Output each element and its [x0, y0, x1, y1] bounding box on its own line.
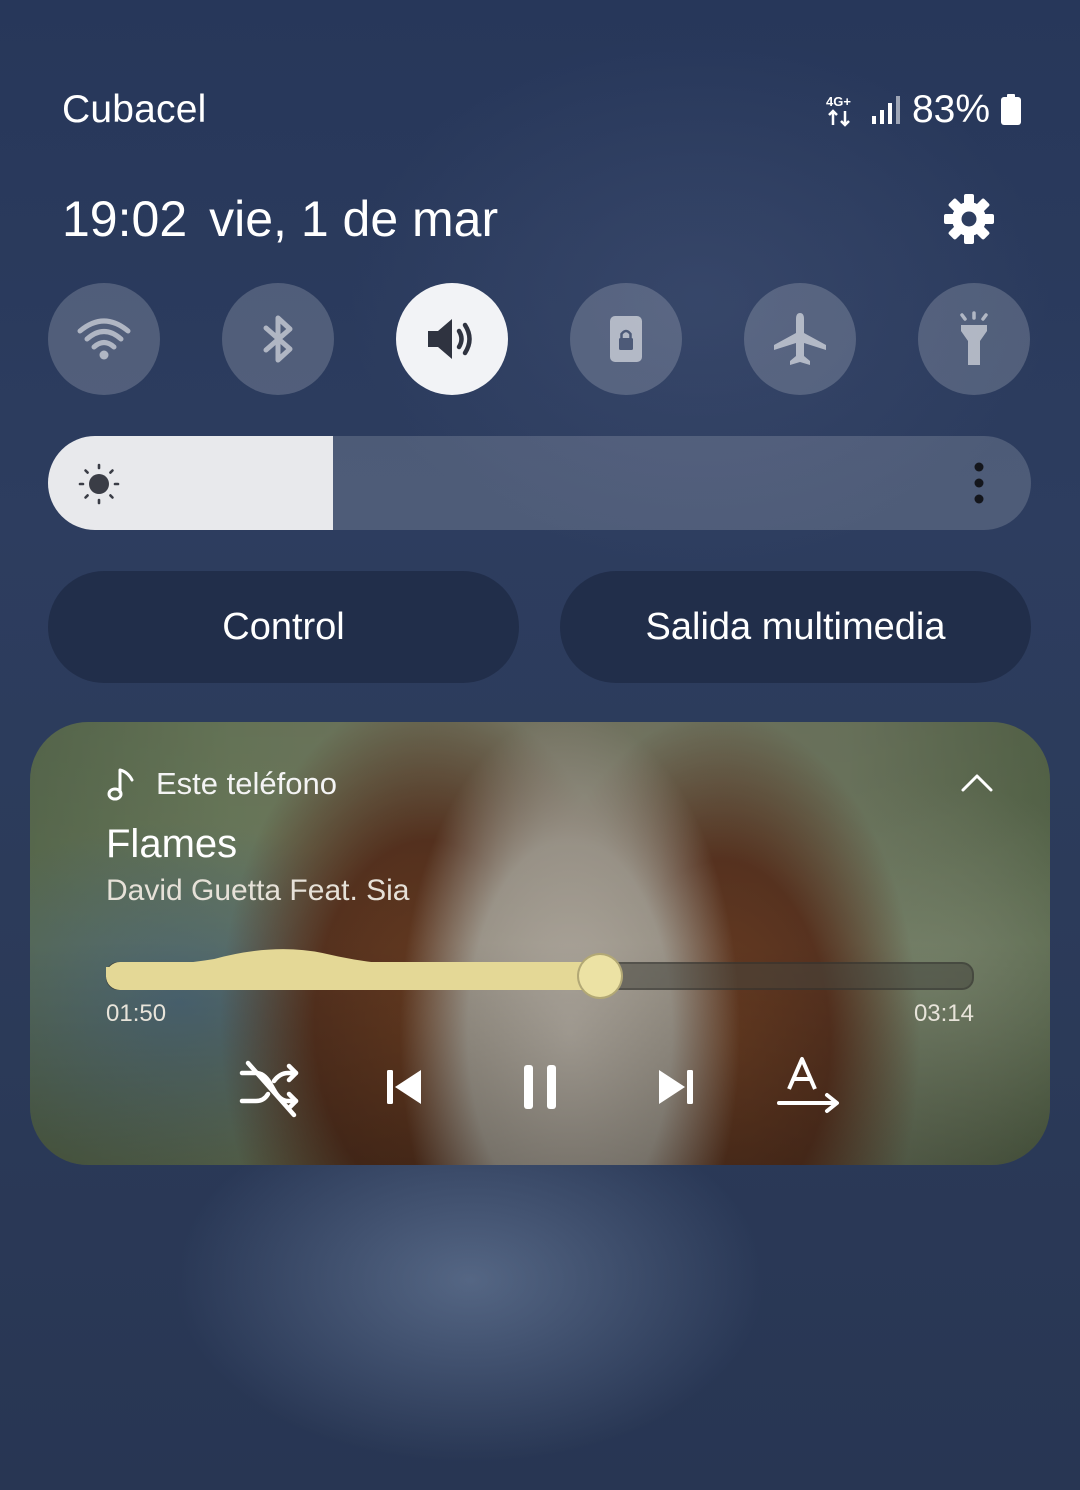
rotation-lock-toggle[interactable] — [570, 283, 682, 395]
datetime: 19:02 vie, 1 de mar — [62, 190, 498, 248]
shuffle-button[interactable] — [235, 1052, 305, 1122]
media-source[interactable]: Este teléfono — [106, 766, 337, 802]
sound-toggle[interactable] — [396, 283, 508, 395]
wifi-toggle[interactable] — [48, 283, 160, 395]
total-time: 03:14 — [913, 1000, 974, 1027]
previous-icon — [387, 1070, 421, 1104]
airplane-icon — [774, 313, 826, 365]
previous-button[interactable] — [370, 1052, 440, 1122]
gear-icon[interactable] — [942, 192, 996, 246]
bluetooth-toggle[interactable] — [222, 283, 334, 395]
date: vie, 1 de mar — [209, 191, 499, 247]
signal-icon — [871, 96, 900, 124]
wifi-icon — [77, 318, 131, 360]
more-vertical-icon[interactable] — [967, 461, 991, 505]
song-artist: David Guetta Feat. Sia — [106, 874, 410, 907]
media-output-button[interactable]: Salida multimedia — [560, 571, 1031, 683]
chevron-up-icon[interactable] — [960, 770, 994, 796]
song-title: Flames — [106, 822, 238, 866]
lyrics-button[interactable] — [770, 1052, 850, 1122]
sun-icon — [78, 463, 120, 505]
svg-text:4G+: 4G+ — [826, 94, 851, 109]
seek-thumb[interactable] — [577, 953, 623, 999]
flashlight-toggle[interactable] — [918, 283, 1030, 395]
pause-button[interactable] — [505, 1052, 575, 1122]
quick-toggles — [48, 283, 1032, 395]
next-icon — [659, 1070, 693, 1104]
media-player-card[interactable]: Este teléfono Flames David Guetta Feat. … — [30, 722, 1050, 1165]
media-source-label: Este teléfono — [156, 766, 337, 801]
carrier-name: Cubacel — [62, 88, 207, 131]
seek-bar[interactable] — [106, 937, 974, 999]
flashlight-icon — [960, 311, 988, 365]
lyrics-icon — [777, 1057, 839, 1113]
next-button[interactable] — [640, 1052, 710, 1122]
elapsed-time: 01:50 — [106, 1000, 167, 1027]
brightness-slider[interactable] — [48, 436, 1031, 530]
clock: 19:02 — [62, 191, 188, 247]
shuffle-icon — [239, 1060, 299, 1118]
status-icons: 4G+ 83% — [824, 88, 1022, 132]
network-4g-icon: 4G+ — [826, 94, 851, 127]
pause-icon — [524, 1065, 556, 1109]
seek-progress — [106, 962, 598, 990]
airplane-mode-toggle[interactable] — [744, 283, 856, 395]
volume-icon — [428, 319, 472, 359]
battery-icon — [1001, 94, 1021, 125]
music-note-icon — [107, 768, 134, 801]
battery-percentage: 83% — [911, 88, 990, 131]
playback-controls — [30, 1052, 1050, 1122]
bluetooth-icon — [263, 315, 293, 363]
lock-icon — [610, 316, 642, 362]
control-button[interactable]: Control — [48, 571, 519, 683]
